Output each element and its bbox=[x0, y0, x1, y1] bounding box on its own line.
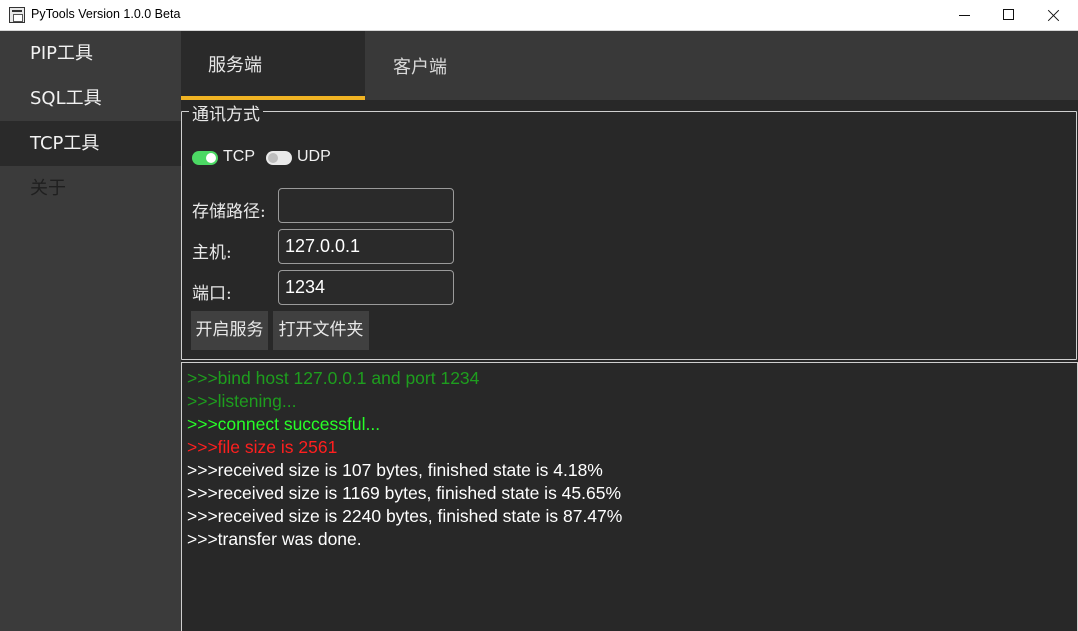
tab-client[interactable]: 客户端 bbox=[365, 31, 549, 100]
sidebar-item-sql[interactable]: SQL工具 bbox=[0, 76, 181, 121]
connection-groupbox: 通讯方式 TCP UDP 存储路径: 主机: 端口: 开启服务 打开文件夹 bbox=[181, 100, 1077, 360]
tab-bar: 服务端 客户端 bbox=[181, 31, 1078, 100]
tcp-label[interactable]: TCP bbox=[223, 148, 255, 166]
tcp-toggle[interactable] bbox=[192, 151, 218, 165]
host-input[interactable] bbox=[278, 229, 454, 264]
log-line: >>>bind host 127.0.0.1 and port 1234 bbox=[187, 368, 480, 388]
log-line: >>>received size is 107 bytes, finished … bbox=[187, 460, 603, 480]
log-console[interactable]: >>>bind host 127.0.0.1 and port 1234 >>>… bbox=[181, 362, 1078, 631]
title-bar: PyTools Version 1.0.0 Beta bbox=[0, 0, 1078, 31]
tab-server[interactable]: 服务端 bbox=[181, 31, 365, 100]
minimize-icon bbox=[959, 15, 970, 16]
log-line: >>>received size is 2240 bytes, finished… bbox=[187, 506, 623, 526]
udp-toggle[interactable] bbox=[266, 151, 292, 165]
sidebar-item-about[interactable]: 关于 bbox=[0, 166, 181, 211]
minimize-button[interactable] bbox=[942, 0, 988, 30]
sidebar: PIP工具 SQL工具 TCP工具 关于 bbox=[0, 31, 181, 631]
start-service-button[interactable]: 开启服务 bbox=[191, 311, 268, 350]
port-label: 端口: bbox=[192, 284, 232, 304]
port-input[interactable] bbox=[278, 270, 454, 305]
sidebar-item-tcp[interactable]: TCP工具 bbox=[0, 121, 181, 166]
udp-label[interactable]: UDP bbox=[297, 148, 331, 166]
host-label: 主机: bbox=[192, 243, 232, 263]
group-title: 通讯方式 bbox=[189, 100, 263, 125]
sidebar-item-pip[interactable]: PIP工具 bbox=[0, 31, 181, 76]
log-line: >>>connect successful... bbox=[187, 414, 381, 434]
save-path-label: 存储路径: bbox=[192, 202, 266, 222]
maximize-button[interactable] bbox=[986, 0, 1032, 30]
log-line: >>>transfer was done. bbox=[187, 529, 362, 549]
close-button[interactable] bbox=[1031, 0, 1077, 30]
main-panel: 服务端 客户端 通讯方式 TCP UDP 存储路径: 主机: 端口: 开启服务 … bbox=[181, 31, 1078, 631]
log-line: >>>received size is 1169 bytes, finished… bbox=[187, 483, 622, 503]
open-folder-button[interactable]: 打开文件夹 bbox=[273, 311, 369, 350]
window-title: PyTools Version 1.0.0 Beta bbox=[31, 7, 181, 21]
log-line: >>>listening... bbox=[187, 391, 297, 411]
maximize-icon bbox=[1003, 9, 1014, 20]
save-path-input[interactable] bbox=[278, 188, 454, 223]
app-icon bbox=[9, 7, 25, 23]
log-line: >>>file size is 2561 bbox=[187, 437, 338, 457]
